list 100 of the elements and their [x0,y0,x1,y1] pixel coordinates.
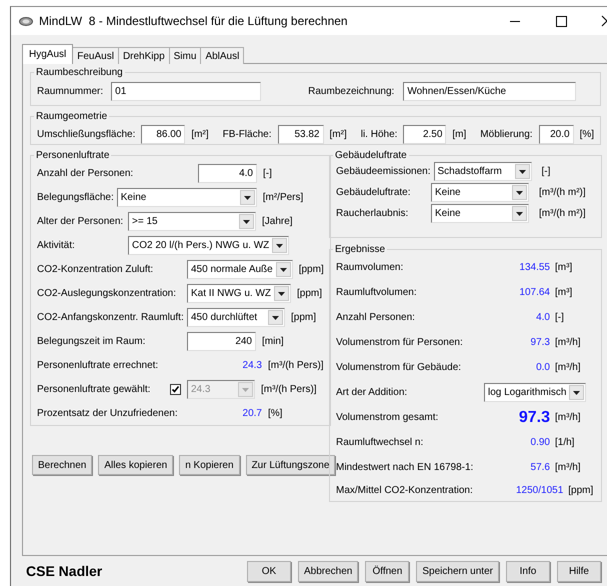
field-label: li. Höhe: [360,128,398,140]
field-label: Raumluftvolumen: [336,287,418,298]
unit-label: [1/h] [555,437,574,448]
field-label: Raumvolumen: [336,262,404,273]
dropdown[interactable]: CO2 20 l/(h Pers.) NWG u. WZ [128,236,290,254]
dropdown[interactable]: log Logarithmisch [484,383,586,402]
unit-label: [m³] [555,262,572,273]
dropdown-caret-icon[interactable] [239,214,254,228]
field-label: Personenluftrate errechnet: [37,360,160,370]
field-label: Volumenstrom gesamt: [336,412,440,423]
field-label: Max/Mittel CO2-Konzentration: [336,484,474,496]
dropdown-caret-icon[interactable] [512,185,527,200]
dialog-button[interactable]: OK [247,560,291,582]
tab[interactable]: DrehKipp [118,47,170,64]
unit-label: [ppm] [297,288,322,298]
dialog-button[interactable]: Info [506,560,550,582]
result-value: 134.55 [518,262,550,273]
field-label: Raumluftwechsel n: [336,437,424,448]
field-label: Möblierung: [480,128,534,140]
action-button[interactable]: Zur Lüftungszone [246,455,336,475]
dropdown-caret-icon[interactable] [274,286,290,300]
dropdown-caret-icon[interactable] [272,238,288,252]
result-value: 0.0 [535,362,550,373]
input-field[interactable]: 4.0 [198,164,257,182]
unit-label: [-] [263,168,272,178]
dropdown[interactable]: Schadstoffarm [434,162,532,181]
field-label: Volumenstrom für Personen: [336,337,464,348]
dialog-button[interactable]: Öffnen [365,560,410,582]
tab[interactable]: AblAusl [200,47,244,64]
dropdown-caret-icon[interactable] [514,164,530,179]
action-button[interactable]: Berechnen [32,455,92,475]
unit-label: [m²] [191,128,209,140]
field-label: Prozentsatz der Unzufriedenen: [37,408,179,418]
brand-name: CSE Nadler [26,563,104,579]
unit-label: [m²] [330,128,347,140]
result-value: 4.0 [535,312,550,323]
action-button[interactable]: n Kopieren [179,455,240,475]
input-field[interactable]: Wohnen/Essen/Küche [403,82,576,100]
field-label: Raumnummer: [37,86,104,96]
dropdown-caret-icon[interactable] [240,190,255,204]
dropdown[interactable]: 450 durchlüftet [187,308,285,326]
unit-label: [ppm] [568,484,594,496]
dropdown[interactable]: 450 normale Auße [187,260,293,278]
dropdown-caret-icon[interactable] [268,310,283,324]
tab[interactable]: HygAusl [22,44,74,64]
input-field[interactable]: 01 [111,82,262,100]
unit-label: [ppm] [291,312,316,322]
unit-label: [m³/h] [555,362,581,373]
field-label: Mindestwert nach EN 16798-1: [336,462,474,473]
result-value: 107.64 [518,287,550,298]
unit-label: [ppm] [298,264,324,274]
dialog-button[interactable]: Abbrechen [298,560,358,582]
unit-label: [m³/(h Pers)] [261,384,317,394]
unit-label: [m³] [555,287,572,298]
dropdown[interactable]: Keine [431,183,529,202]
group-title: Ergebnisse [334,244,386,255]
result-value: 57.6 [530,462,550,473]
unit-label: [m³/(h Pers)] [268,360,324,370]
dropdown-caret-icon[interactable] [512,206,527,221]
dropdown-caret-icon[interactable] [569,385,584,400]
input-field[interactable]: 53.82 [278,124,324,144]
action-button[interactable]: Alles kopieren [98,455,174,475]
field-label: Aktivität: [37,240,76,250]
dropdown[interactable]: Keine [116,188,257,206]
group-title: Gebäudeluftrate [334,150,408,161]
field-label: Gebäudeluftrate: [336,187,412,198]
result-value: 1250/1051 [516,484,564,496]
unit-label: [%] [268,408,282,418]
field-label: Umschließungsfläche: [37,128,136,140]
tab[interactable]: Simu [168,47,202,64]
unit-label: [m³/(h m²)] [539,208,586,219]
dropdown-caret-icon[interactable] [276,262,291,276]
window-title: MindLW 8 - Mindestluftwechsel für die Lüftung berechnen [39,14,348,28]
input-field[interactable]: 20.0 [538,124,574,144]
tab[interactable]: FeuAusl [72,47,119,64]
field-label: Art der Addition: [336,387,408,398]
dropdown[interactable]: >= 15 [128,212,256,230]
unit-label: [m] [452,128,466,140]
unit-label: [m³/h] [555,462,581,473]
unit-label: [m²/Pers] [262,192,304,202]
unit-label: [m³/h] [555,412,581,423]
input-field[interactable]: 240 [187,332,256,350]
dialog-button[interactable]: Speichern unter [416,560,499,582]
field-label: Belegungsfläche: [37,192,115,202]
field-label: Raumbezeichnung: [308,86,396,96]
input-field[interactable]: 2.50 [403,124,446,144]
unit-label: [m³/(h m²)] [539,187,586,198]
app-logo-icon [19,16,33,26]
dropdown[interactable]: Keine [431,204,529,223]
field-label: Anzahl Personen: [336,312,416,323]
field-label: Gebäudeemissionen: [336,166,432,177]
unit-label: [min] [262,336,284,346]
unit-label: [-] [542,166,550,177]
group-title: Raumbeschreibung [35,67,124,78]
dropdown[interactable]: Kat II NWG u. WZ [187,284,292,302]
unit-label: [-] [555,312,564,323]
result-value: 0.90 [530,437,550,448]
dialog-button[interactable]: Hilfe [556,560,601,582]
input-field[interactable]: 86.00 [141,124,186,144]
field-label: Raucherlaubnis: [336,208,410,219]
